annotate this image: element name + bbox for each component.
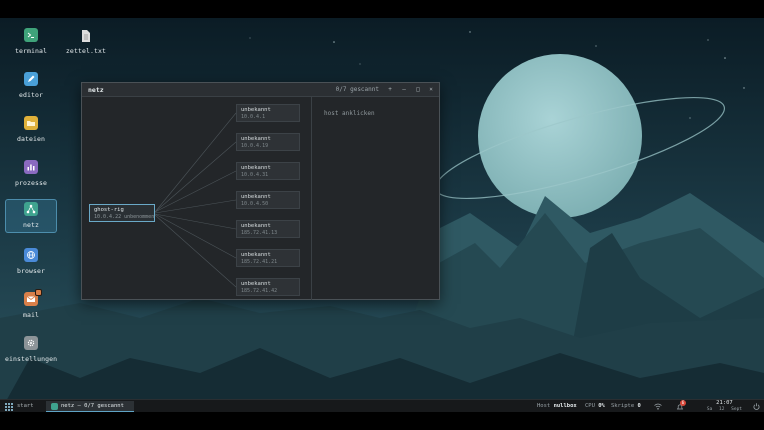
taskbar-item-netz[interactable]: netz — 0/7 gescannt bbox=[46, 401, 134, 412]
host-name: unbekannt bbox=[241, 194, 271, 200]
start-button[interactable]: start bbox=[5, 401, 34, 412]
netz-window: netz 0/7 gescannt + – □ × ghost-rig 10.0… bbox=[81, 82, 440, 300]
notification-count: 6 bbox=[680, 400, 686, 406]
text-file-icon bbox=[79, 28, 93, 42]
desktop-icon-netz[interactable]: netz bbox=[5, 199, 57, 233]
window-title: netz bbox=[88, 86, 104, 94]
host-node[interactable]: unbekannt 10.0.4.19 bbox=[236, 133, 300, 151]
cpu-status: CPU 0% bbox=[585, 401, 605, 412]
minimize-button[interactable]: – bbox=[399, 85, 409, 95]
taskbar: start netz — 0/7 gescannt Host nullbox C… bbox=[0, 399, 764, 412]
taskbar-item-label: netz — 0/7 gescannt bbox=[61, 403, 124, 409]
host-node[interactable]: unbekannt 185.72.41.13 bbox=[236, 220, 300, 238]
desktop-icon-mail[interactable]: mail bbox=[5, 289, 57, 324]
editor-icon bbox=[24, 72, 38, 86]
desktop-icon-label: editor bbox=[18, 91, 44, 99]
desktop-icon-prozesse[interactable]: prozesse bbox=[5, 158, 57, 192]
host-ip: 10.0.4.50 bbox=[241, 201, 269, 207]
host-ip: 185.72.41.13 bbox=[241, 230, 278, 236]
terminal-icon bbox=[24, 28, 38, 42]
clock[interactable]: 21:07 Sa 12 Sept bbox=[707, 400, 742, 412]
scripts-value: 0 bbox=[637, 403, 641, 409]
host-node[interactable]: unbekannt 10.0.4.50 bbox=[236, 191, 300, 209]
desktop: terminal zettel.txt editor dateien proze… bbox=[0, 18, 764, 412]
gear-icon bbox=[24, 336, 38, 350]
host-name: unbekannt bbox=[241, 223, 271, 229]
scripts-label: Skripte bbox=[611, 403, 635, 409]
clock-time: 21:07 bbox=[716, 400, 733, 406]
host-value: nullbox bbox=[553, 403, 577, 409]
clock-date: Sa 12 Sept bbox=[706, 407, 742, 412]
chart-icon bbox=[24, 160, 38, 174]
desktop-icon-editor[interactable]: editor bbox=[5, 70, 57, 104]
host-status: Host nullbox bbox=[537, 401, 577, 412]
desktop-icon-label: terminal bbox=[14, 47, 48, 55]
host-node[interactable]: unbekannt 185.72.41.42 bbox=[236, 278, 300, 296]
host-ip: 10.0.4.1 bbox=[241, 114, 266, 120]
local-host-name: ghost-rig bbox=[94, 207, 124, 213]
local-host-node[interactable]: ghost-rig 10.0.4.22 unbenommen bbox=[89, 204, 155, 222]
host-ip: 10.0.4.19 bbox=[241, 143, 269, 149]
window-titlebar[interactable]: netz 0/7 gescannt + – □ × bbox=[82, 83, 439, 97]
cpu-label: CPU bbox=[585, 403, 595, 409]
apps-grid-icon bbox=[5, 403, 13, 411]
close-button[interactable]: × bbox=[426, 85, 436, 95]
host-name: unbekannt bbox=[241, 165, 271, 171]
start-label: start bbox=[17, 403, 34, 409]
host-node[interactable]: unbekannt 10.0.4.1 bbox=[236, 104, 300, 122]
desktop-icon-zettel[interactable]: zettel.txt bbox=[60, 26, 112, 60]
host-ip: 10.0.4.31 bbox=[241, 172, 269, 178]
host-label: Host bbox=[537, 403, 551, 409]
mail-icon bbox=[24, 289, 42, 306]
desktop-icon-dateien[interactable]: dateien bbox=[5, 114, 57, 148]
host-node[interactable]: unbekannt 10.0.4.31 bbox=[236, 162, 300, 180]
maximize-button[interactable]: □ bbox=[413, 85, 423, 95]
wifi-icon[interactable] bbox=[654, 403, 662, 410]
desktop-icon-label: einstellungen bbox=[5, 355, 58, 363]
globe-icon bbox=[24, 248, 38, 262]
desktop-icon-label: mail bbox=[22, 311, 40, 319]
desktop-icon-browser[interactable]: browser bbox=[5, 246, 57, 280]
desktop-icon-label: browser bbox=[16, 267, 46, 275]
notification-button[interactable]: 6 bbox=[676, 400, 686, 411]
desktop-icon-label: prozesse bbox=[14, 179, 48, 187]
network-graph: ghost-rig 10.0.4.22 unbenommen unbekannt… bbox=[82, 97, 311, 300]
host-ip: 185.72.41.42 bbox=[241, 288, 278, 294]
desktop-icon-einstellungen[interactable]: einstellungen bbox=[5, 334, 57, 368]
host-ip: 185.72.41.21 bbox=[241, 259, 278, 265]
desktop-icon-label: netz bbox=[22, 221, 40, 229]
detail-hint: host anklicken bbox=[324, 110, 375, 117]
host-detail-pane: host anklicken bbox=[312, 97, 439, 300]
host-name: unbekannt bbox=[241, 281, 271, 287]
folder-icon bbox=[24, 116, 38, 130]
host-name: unbekannt bbox=[241, 107, 271, 113]
desktop-icon-terminal[interactable]: terminal bbox=[5, 26, 57, 60]
network-icon bbox=[24, 202, 38, 216]
desktop-icon-label: zettel.txt bbox=[65, 47, 107, 55]
host-name: unbekannt bbox=[241, 252, 271, 258]
host-name: unbekannt bbox=[241, 136, 271, 142]
host-node[interactable]: unbekannt 185.72.41.21 bbox=[236, 249, 300, 267]
cpu-value: 0% bbox=[598, 403, 605, 409]
scripts-status: Skripte 0 bbox=[611, 401, 641, 412]
local-host-info: 10.0.4.22 unbenommen bbox=[94, 214, 155, 220]
network-icon bbox=[51, 403, 58, 410]
desktop-icon-label: dateien bbox=[16, 135, 46, 143]
scan-status: 0/7 gescannt bbox=[335, 86, 379, 93]
power-icon[interactable] bbox=[753, 403, 760, 410]
pin-button[interactable]: + bbox=[385, 85, 395, 95]
mail-badge bbox=[35, 289, 42, 296]
